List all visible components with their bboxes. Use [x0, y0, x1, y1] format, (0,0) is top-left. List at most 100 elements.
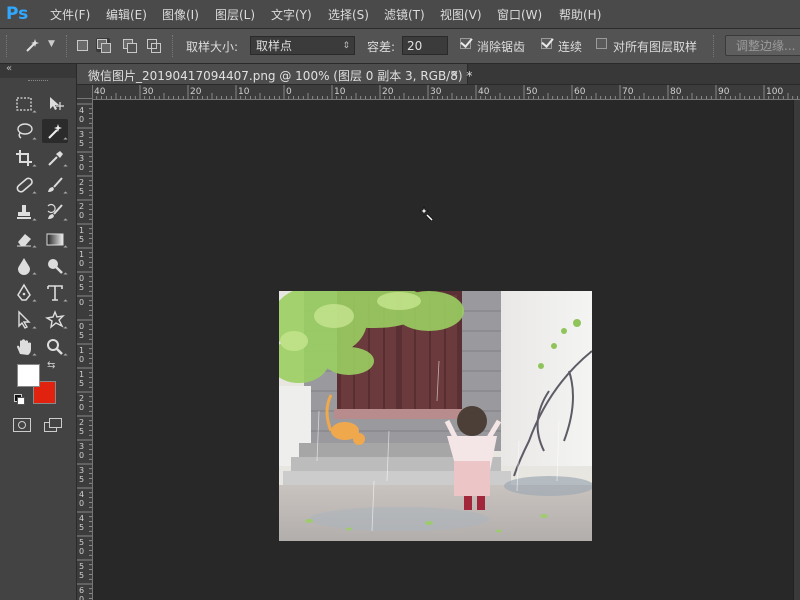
options-divider	[66, 35, 69, 57]
refine-edge-button[interactable]: 调整边缘...	[725, 35, 800, 56]
ruler-label: 5	[79, 562, 84, 571]
ruler-label: 20	[382, 87, 394, 97]
ruler-label: 1	[79, 346, 84, 355]
menu-file[interactable]: 文件(F)	[50, 6, 90, 23]
new-selection-icon[interactable]	[75, 38, 89, 52]
sample-size-select[interactable]: 取样点 ⇕	[250, 36, 355, 55]
ruler-label: 0	[79, 259, 84, 268]
pen-icon[interactable]	[11, 281, 37, 305]
sample-size-value: 取样点	[256, 39, 293, 53]
contiguous-checkbox[interactable]	[541, 38, 552, 49]
brush-icon[interactable]	[42, 173, 68, 197]
options-grip[interactable]	[6, 35, 9, 57]
ruler-label: 40	[478, 87, 490, 97]
magic-wand-icon[interactable]	[22, 36, 42, 56]
tools-panel-header[interactable]: «	[0, 63, 76, 78]
horizontal-ruler[interactable]: 40 30 20 10 0 10 20 30 40 50 60 70 80 90 100	[93, 85, 800, 100]
eraser-icon[interactable]	[11, 227, 37, 251]
antialias-label: 消除锯齿	[477, 40, 526, 54]
menu-view[interactable]: 视图(V)	[440, 6, 482, 23]
all-layers-label: 对所有图层取样	[613, 40, 698, 54]
move-icon[interactable]	[42, 92, 68, 116]
close-icon[interactable]: ×	[450, 67, 459, 80]
ruler-label: 0	[79, 298, 84, 307]
rect-marquee-icon[interactable]	[11, 92, 37, 116]
ruler-label: 5	[79, 427, 84, 436]
ruler-label: 0	[79, 115, 84, 124]
menu-window[interactable]: 窗口(W)	[497, 6, 542, 23]
ruler-label: 4	[79, 514, 84, 523]
ruler-label: 0	[79, 403, 84, 412]
gradient-icon[interactable]	[42, 227, 68, 251]
default-colors-icon[interactable]	[14, 394, 25, 405]
ruler-label: 0	[79, 274, 84, 283]
swap-colors-icon[interactable]: ⇆	[47, 360, 55, 371]
eyedropper-icon[interactable]	[42, 146, 68, 170]
ruler-label: 3	[79, 466, 84, 475]
foreground-color-swatch[interactable]	[17, 364, 40, 387]
ruler-label: 0	[79, 322, 84, 331]
ruler-label: 0	[79, 547, 84, 556]
ruler-label: 4	[79, 490, 84, 499]
quick-mask-icon[interactable]	[13, 418, 31, 432]
ruler-label: 2	[79, 418, 84, 427]
intersect-selection-icon[interactable]	[146, 38, 161, 53]
menu-select[interactable]: 选择(S)	[328, 6, 369, 23]
crop-icon[interactable]	[11, 146, 37, 170]
ruler-label: 5	[79, 139, 84, 148]
ruler-origin[interactable]	[77, 85, 93, 99]
ruler-label: 30	[142, 87, 154, 97]
hand-icon[interactable]	[11, 335, 37, 359]
magic-wand-tool[interactable]	[42, 119, 68, 143]
ruler-label: 5	[79, 523, 84, 532]
path-select-icon[interactable]	[11, 308, 37, 332]
lasso-icon[interactable]	[11, 119, 37, 143]
ruler-label: 5	[79, 538, 84, 547]
menu-image[interactable]: 图像(I)	[162, 6, 199, 23]
menu-help[interactable]: 帮助(H)	[559, 6, 601, 23]
ruler-label: 100	[766, 87, 783, 97]
options-divider	[713, 35, 716, 57]
menu-edit[interactable]: 编辑(E)	[106, 6, 147, 23]
add-selection-icon[interactable]	[96, 38, 111, 53]
ruler-label: 50	[526, 87, 538, 97]
ruler-label: 10	[238, 87, 250, 97]
ruler-label: 20	[190, 87, 202, 97]
ruler-label: 0	[79, 595, 84, 600]
tool-preset-dropdown-icon[interactable]: ▼	[48, 39, 55, 49]
document-tab-title: 微信图片_20190417094407.png @ 100% (图层 0 副本 …	[88, 69, 473, 83]
all-layers-checkbox[interactable]	[596, 38, 607, 49]
options-bar: ▼ 取样大小: 取样点 ⇕ 容差: 20 消除锯齿 连续 对所有图层取样 调整边…	[0, 29, 800, 64]
screen-mode-icon[interactable]	[44, 418, 64, 434]
clone-stamp-icon[interactable]	[11, 200, 37, 224]
document-image[interactable]	[279, 291, 592, 541]
ruler-label: 10	[334, 87, 346, 97]
menu-filter[interactable]: 滤镜(T)	[384, 6, 425, 23]
menu-type[interactable]: 文字(Y)	[271, 6, 312, 23]
custom-shape-icon[interactable]	[42, 308, 68, 332]
ruler-label: 1	[79, 226, 84, 235]
select-arrows-icon: ⇕	[342, 41, 350, 51]
options-divider	[172, 35, 175, 57]
vertical-ruler[interactable]: 4035302520151005005101520253035404550556…	[77, 99, 93, 600]
history-brush-icon[interactable]	[42, 200, 68, 224]
tolerance-input[interactable]: 20	[402, 36, 448, 55]
ruler-label: 60	[574, 87, 586, 97]
ruler-label: 2	[79, 178, 84, 187]
blur-icon[interactable]	[11, 254, 37, 278]
subtract-selection-icon[interactable]	[122, 38, 137, 53]
ruler-label: 5	[79, 475, 84, 484]
ruler-label: 2	[79, 202, 84, 211]
type-icon[interactable]	[42, 281, 68, 305]
vertical-scrollbar[interactable]	[793, 100, 800, 600]
zoom-icon[interactable]	[42, 335, 68, 359]
ruler-label: 3	[79, 130, 84, 139]
tools-panel-grip[interactable]	[28, 80, 48, 83]
document-tab[interactable]: 微信图片_20190417094407.png @ 100% (图层 0 副本 …	[77, 64, 472, 84]
antialias-checkbox[interactable]	[460, 38, 471, 49]
healing-brush-icon[interactable]	[11, 173, 37, 197]
dodge-icon[interactable]	[42, 254, 68, 278]
collapse-icon[interactable]: «	[6, 63, 12, 74]
ruler-label: 90	[718, 87, 730, 97]
menu-layer[interactable]: 图层(L)	[215, 6, 255, 23]
